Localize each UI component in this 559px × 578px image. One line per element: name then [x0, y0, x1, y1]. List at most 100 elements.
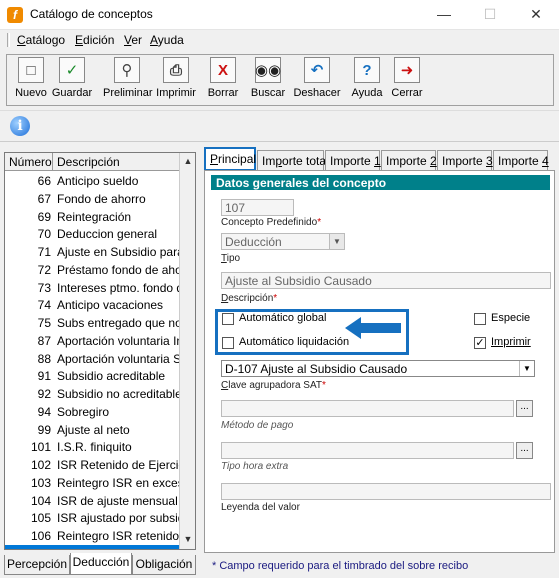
list-item-number: 99 [37, 422, 51, 437]
tab-importe-3[interactable]: Importe 3 [437, 150, 493, 170]
list-item-number: 106 [30, 529, 51, 543]
list-item[interactable]: 105 ISR ajustado por subsidio [5, 509, 179, 527]
list-item[interactable]: 69 Reintegración [5, 208, 179, 226]
chevron-down-icon[interactable]: ▼ [329, 234, 344, 249]
menu-edicion[interactable]: Edición [75, 33, 114, 47]
list-item[interactable]: 66 Anticipo sueldo [5, 172, 179, 190]
list-item[interactable]: 103 Reintegro ISR en exceso [5, 474, 179, 492]
list-item[interactable]: 88 Aportación voluntaria SAF [5, 350, 179, 368]
save-button[interactable]: ✓ Guardar [48, 57, 96, 99]
list-item-description: ISR de ajuste mensual [57, 493, 178, 508]
window-title: Catálogo de conceptos [30, 7, 153, 21]
print-icon: ⎙ [163, 57, 189, 83]
scroll-up-icon[interactable]: ▲ [180, 153, 195, 170]
list-item[interactable]: 71 Ajuste en Subsidio para el [5, 243, 179, 261]
tab-percepcion[interactable]: Percepción [4, 555, 70, 575]
list-item[interactable]: 99 Ajuste al neto [5, 421, 179, 439]
list-item[interactable]: 106 Reintegro ISR retenido de [5, 527, 179, 545]
search-icon: ◉◉ [255, 57, 281, 83]
list-item-description: Subs entregado que no c [57, 316, 179, 330]
close-button[interactable]: ➜ Cerrar [383, 57, 431, 99]
form-panel: Datos generales del concepto 107 Concept… [204, 170, 555, 553]
print-button[interactable]: ⎙ Imprimir [152, 57, 200, 99]
close-window-button[interactable]: ✕ [513, 0, 559, 30]
preview-button[interactable]: ⚲ Preliminar [103, 57, 153, 99]
especie-checkbox[interactable] [474, 313, 486, 325]
tipo-label: Tipo [221, 253, 241, 264]
delete-icon: X [210, 57, 236, 83]
description-field[interactable]: Ajuste al Subsidio Causado [221, 272, 551, 289]
list-item-description: Ajuste en Subsidio para el [57, 245, 179, 259]
menu-ayuda[interactable]: Ayuda [150, 33, 184, 47]
list-item-number: 70 [37, 227, 51, 242]
list-item[interactable]: 107 Ajuste al Subsidio Causado [5, 544, 179, 549]
list-item[interactable]: 92 Subsidio no acreditable [5, 385, 179, 403]
tab-importe-total[interactable]: Importe total [257, 150, 329, 170]
list-item[interactable]: 72 Préstamo fondo de ahorro [5, 261, 179, 279]
list-item-description: Subsidio acreditable [57, 369, 166, 384]
list-item[interactable]: 94 Sobregiro [5, 403, 179, 421]
list-item[interactable]: 87 Aportación voluntaria Info [5, 332, 179, 350]
list-item-description: Sobregiro [57, 404, 110, 419]
list-rows: 66 Anticipo sueldo 67 Fondo de ahorro 69 Rein… [5, 172, 179, 549]
list-item[interactable]: 70 Deduccion general [5, 225, 179, 243]
list-item[interactable]: 75 Subs entregado que no c [5, 314, 179, 332]
imprimir-checkbox[interactable]: ✓ [474, 337, 486, 349]
tab-importe-1[interactable]: Importe 1 [325, 150, 381, 170]
list-item-description: Reintegración [57, 209, 132, 224]
list-item-description: Préstamo fondo de ahorro [57, 262, 179, 277]
list-scrollbar[interactable]: ▲ ▼ [179, 153, 195, 549]
scroll-down-icon[interactable]: ▼ [180, 531, 195, 548]
list-item-number: 71 [37, 245, 51, 259]
list-item[interactable]: 102 ISR Retenido de Ejercicio [5, 456, 179, 474]
tab-obligacion[interactable]: Obligación [132, 555, 196, 575]
column-header-description[interactable]: Descripción [53, 153, 179, 171]
chevron-down-icon[interactable]: ▼ [519, 361, 534, 376]
list-item[interactable]: 74 Anticipo vacaciones [5, 296, 179, 314]
metodo-pago-label: Método de pago [221, 420, 294, 431]
list-item-description: Aportación voluntaria Info [57, 333, 179, 348]
minimize-button[interactable]: — [421, 0, 467, 30]
list-item-description: Aportación voluntaria SAF [57, 351, 179, 366]
sat-key-select[interactable]: D-107 Ajuste al Subsidio Causado ▼ [221, 360, 535, 377]
undo-button[interactable]: ↶ Deshacer [293, 57, 341, 99]
list-item-number: 87 [37, 333, 51, 348]
section-title: Datos generales del concepto [211, 175, 550, 190]
tab-importe-4[interactable]: Importe 4 [493, 150, 549, 170]
list-item[interactable]: 104 ISR de ajuste mensual [5, 492, 179, 510]
column-header-number[interactable]: Número [5, 153, 53, 171]
tab-deduccion[interactable]: Deducción [70, 553, 132, 575]
list-item-number: 72 [37, 262, 51, 277]
list-item[interactable]: 73 Intereses ptmo. fondo de a [5, 279, 179, 297]
leyenda-field[interactable] [221, 483, 551, 500]
metodo-pago-field[interactable] [221, 400, 514, 417]
list-item[interactable]: 91 Subsidio acreditable [5, 367, 179, 385]
highlight-box [215, 309, 409, 355]
menu-ver[interactable]: Ver [124, 33, 142, 47]
list-item-number: 105 [30, 511, 51, 526]
sat-label: Clave agrupadora SAT* [221, 380, 326, 391]
list-item-description: Intereses ptmo. fondo de a [57, 280, 179, 295]
especie-label: Especie [491, 312, 531, 324]
concept-list[interactable]: Número Descripción 66 Anticipo sueldo 67 Fo… [4, 152, 196, 550]
list-item[interactable]: 101 I.S.R. finiquito [5, 438, 179, 456]
toolbar: □ Nuevo ✓ Guardar ⚲ Preliminar ⎙ Imprimi… [6, 54, 554, 106]
help-icon: ? [354, 57, 380, 83]
concept-number-field[interactable]: 107 [221, 199, 294, 216]
list-item-description: Reintegro ISR en exceso [57, 475, 179, 490]
info-icon: i [10, 116, 30, 136]
menu-catalogo[interactable]: Catálogo [17, 33, 65, 47]
tipo-hora-field[interactable] [221, 442, 514, 459]
tipo-hora-lookup-button[interactable]: ... [516, 442, 533, 459]
list-item-number: 107 [5, 547, 51, 549]
predefined-label: Concepto Predefinido* [221, 217, 322, 228]
tab-principal[interactable]: Principal [204, 147, 256, 171]
search-button[interactable]: ◉◉ Buscar [244, 57, 292, 99]
list-item[interactable]: 67 Fondo de ahorro [5, 190, 179, 208]
tab-importe-2[interactable]: Importe 2 [381, 150, 437, 170]
list-item-description: Fondo de ahorro [57, 191, 146, 206]
maximize-button[interactable]: ☐ [467, 0, 513, 30]
metodo-pago-lookup-button[interactable]: ... [516, 400, 533, 417]
tipo-select[interactable]: Deducción ▼ [221, 233, 345, 250]
delete-button[interactable]: X Borrar [199, 57, 247, 99]
